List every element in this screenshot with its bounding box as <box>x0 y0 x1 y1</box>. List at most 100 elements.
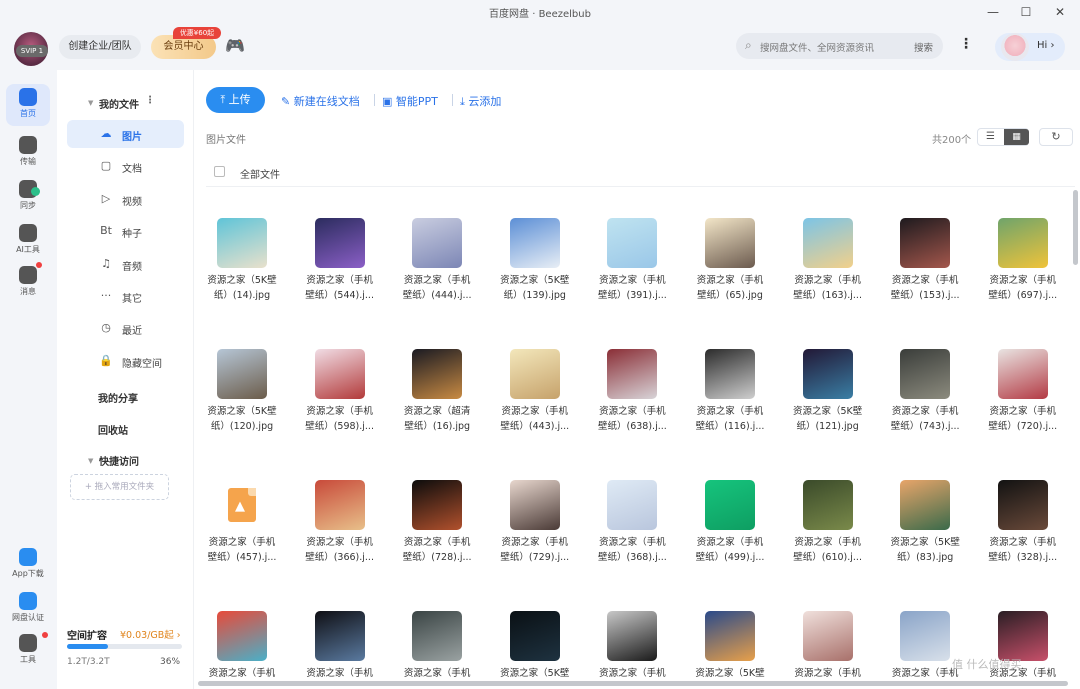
thumbnail <box>509 349 560 399</box>
file-name: 资源之家（手机 壁纸）(638).j... <box>587 404 677 434</box>
sidenav-item-0[interactable]: ☁ 图片 <box>67 120 184 148</box>
file-tile[interactable]: 资源之家（手机 <box>295 593 385 680</box>
file-name-line1: 资源之家（手机 <box>501 406 569 417</box>
file-tile[interactable]: 资源之家（5K壁 纸）(83).jpg <box>880 462 970 582</box>
file-tile[interactable]: 资源之家（5K壁 纸）(120).jpg <box>197 331 287 451</box>
sidenav-item-label: 最近 <box>122 326 142 338</box>
close-button[interactable]: ✕ <box>1049 3 1071 21</box>
quick-access-caret-icon[interactable]: ▼ <box>88 457 93 465</box>
new-online-doc-button[interactable]: ✎ 新建在线文档 <box>281 93 360 109</box>
quota-progress-bar <box>67 644 182 649</box>
search-button[interactable]: 搜索 <box>914 40 933 54</box>
horizontal-scrollbar[interactable] <box>198 681 1068 686</box>
sidenav-item-2[interactable]: ▷ 视频 <box>67 185 184 213</box>
rail-bottom-item-0[interactable]: App下载 <box>6 544 50 586</box>
file-tile[interactable]: 资源之家（手机 壁纸）(391).j... <box>587 200 677 320</box>
file-tile[interactable]: 资源之家（5K壁 <box>685 593 775 680</box>
file-tile[interactable]: 资源之家（手机 <box>392 593 482 680</box>
file-tile[interactable]: 资源之家（5K壁 纸）(14).jpg <box>197 200 287 320</box>
rail-item-2[interactable]: 同步 <box>6 176 50 218</box>
sidenav-item-1[interactable]: ▢ 文档 <box>67 152 184 180</box>
file-name: 资源之家（手机 壁纸）(697).j... <box>978 273 1068 303</box>
create-team-button[interactable]: 创建企业/团队 <box>59 35 141 59</box>
file-name: 资源之家（5K壁 <box>490 666 580 680</box>
my-files-menu-icon[interactable]: ⋮ <box>145 95 155 106</box>
search-input[interactable]: 搜网盘文件、全网资源资讯 <box>760 40 874 54</box>
list-header-row: 全部文件 <box>206 157 1075 187</box>
file-tile[interactable]: 资源之家（手机 壁纸）(728).j... <box>392 462 482 582</box>
file-tile[interactable]: 资源之家（手机 壁纸）(743).j... <box>880 331 970 451</box>
file-name-line2: 壁纸）(328).j... <box>988 552 1058 563</box>
sidenav-item-7[interactable]: 🔒 隐藏空间 <box>67 347 184 375</box>
quota-price[interactable]: ¥0.03/GB起 › <box>120 627 181 641</box>
file-tile[interactable]: 资源之家（5K壁 纸）(121).jpg <box>783 331 873 451</box>
recycle-bin-link[interactable]: 回收站 <box>98 422 128 437</box>
rail-bottom-item-1[interactable]: 网盘认证 <box>6 588 50 630</box>
file-tile[interactable]: 资源之家（5K壁 纸）(139).jpg <box>490 200 580 320</box>
file-name: 资源之家（手机 壁纸）(720).j... <box>978 404 1068 434</box>
file-count: 共200个 <box>932 135 972 146</box>
assistant-button[interactable]: Hi › <box>995 33 1065 61</box>
grid-view-icon[interactable]: ▦ <box>1004 129 1029 145</box>
rail-item-0[interactable]: 首页 <box>6 84 50 126</box>
file-tile[interactable]: 资源之家（手机 壁纸）(368).j... <box>587 462 677 582</box>
rail-item-4[interactable]: 消息 <box>6 262 50 304</box>
file-tile[interactable]: 资源之家（手机 壁纸）(163).j... <box>783 200 873 320</box>
file-name-line2: 纸）(14).jpg <box>213 290 271 301</box>
file-tile[interactable]: 资源之家（手机 壁纸）(328).j... <box>978 462 1068 582</box>
upload-button[interactable]: ⤒ 上传 <box>206 87 265 113</box>
file-tile[interactable]: 资源之家（手机 壁纸）(638).j... <box>587 331 677 451</box>
sidenav-item-6[interactable]: ◷ 最近 <box>67 314 184 342</box>
file-name: 资源之家（手机 壁纸）(728).j... <box>392 535 482 565</box>
file-tile[interactable]: 资源之家（手机 壁纸）(697).j... <box>978 200 1068 320</box>
collapse-caret-icon[interactable]: ▼ <box>88 99 93 107</box>
file-tile[interactable]: 资源之家（手机 <box>587 593 677 680</box>
rail-item-3[interactable]: AI工具 <box>6 220 50 262</box>
smart-ppt-button[interactable]: ▣ 智能PPT <box>382 93 438 109</box>
file-tile[interactable]: 资源之家（手机 壁纸）(544).j... <box>295 200 385 320</box>
file-tile[interactable]: 资源之家（手机 <box>783 593 873 680</box>
file-tile[interactable]: 资源之家（手机 <box>197 593 287 680</box>
sidenav-item-3[interactable]: Bt 种子 <box>67 217 184 245</box>
app-download-icon <box>19 548 37 566</box>
refresh-icon[interactable]: ↻ <box>1039 128 1073 146</box>
file-tile[interactable]: 资源之家（手机 壁纸）(729).j... <box>490 462 580 582</box>
file-tile[interactable]: 资源之家（手机 壁纸）(610).j... <box>783 462 873 582</box>
file-tile[interactable]: 资源之家（手机 壁纸）(443).j... <box>490 331 580 451</box>
file-name-line2: 壁纸）(544).j... <box>305 290 374 301</box>
vertical-scrollbar[interactable] <box>1073 190 1078 265</box>
file-tile[interactable]: 资源之家（手机 壁纸）(598).j... <box>295 331 385 451</box>
file-tile[interactable]: 资源之家（手机 壁纸）(366).j... <box>295 462 385 582</box>
file-tile[interactable]: 资源之家（5K壁 <box>490 593 580 680</box>
sidenav-item-4[interactable]: ♫ 音频 <box>67 250 184 278</box>
drop-folder-zone[interactable]: + 拖入常用文件夹 <box>70 474 169 500</box>
file-tile[interactable]: 资源之家（手机 壁纸）(720).j... <box>978 331 1068 451</box>
main-content: ⤒ 上传 ✎ 新建在线文档 ▣ 智能PPT ⤓ 云添加 图片文件 共200个 ☰… <box>194 70 1080 689</box>
gamepad-icon[interactable]: 🎮 <box>225 36 247 56</box>
list-view-icon[interactable]: ☰ <box>978 129 1003 145</box>
my-share-link[interactable]: 我的分享 <box>98 390 138 405</box>
sidenav-item-5[interactable]: ··· 其它 <box>67 282 184 310</box>
search-box[interactable]: ⌕ 搜网盘文件、全网资源资讯 搜索 <box>736 33 943 59</box>
more-menu-icon[interactable]: ⋮ <box>958 36 974 56</box>
maximize-button[interactable]: ☐ <box>1015 3 1037 21</box>
file-tile[interactable]: 资源之家（手机壁纸）(457).j... <box>197 462 287 582</box>
file-tile[interactable]: 资源之家（手机 壁纸）(65).jpg <box>685 200 775 320</box>
file-name-line1: 资源之家（手机 <box>696 275 764 286</box>
quota-title[interactable]: 空间扩容 <box>67 627 107 642</box>
minimize-button[interactable]: — <box>982 3 1004 21</box>
quick-access-heading[interactable]: 快捷访问 <box>99 453 139 468</box>
file-tile[interactable]: 资源之家（手机 壁纸）(116).j... <box>685 331 775 451</box>
verify-icon <box>19 592 37 610</box>
file-name-line2: 壁纸）(728).j... <box>402 552 472 563</box>
my-files-heading[interactable]: 我的文件 <box>99 96 139 111</box>
select-all-checkbox[interactable] <box>214 166 225 177</box>
file-tile[interactable]: 资源之家（超清 壁纸）(16).jpg <box>392 331 482 451</box>
rail-item-1[interactable]: 传输 <box>6 132 50 174</box>
file-tile[interactable]: 资源之家（手机 壁纸）(153).j... <box>880 200 970 320</box>
file-tile[interactable]: 资源之家（手机 壁纸）(444).j... <box>392 200 482 320</box>
sync-status-icon <box>31 187 40 196</box>
cloud-add-button[interactable]: ⤓ 云添加 <box>460 93 501 109</box>
file-name-line1: 资源之家（手机 <box>306 668 373 679</box>
file-tile[interactable]: 资源之家（手机 壁纸）(499).j... <box>685 462 775 582</box>
